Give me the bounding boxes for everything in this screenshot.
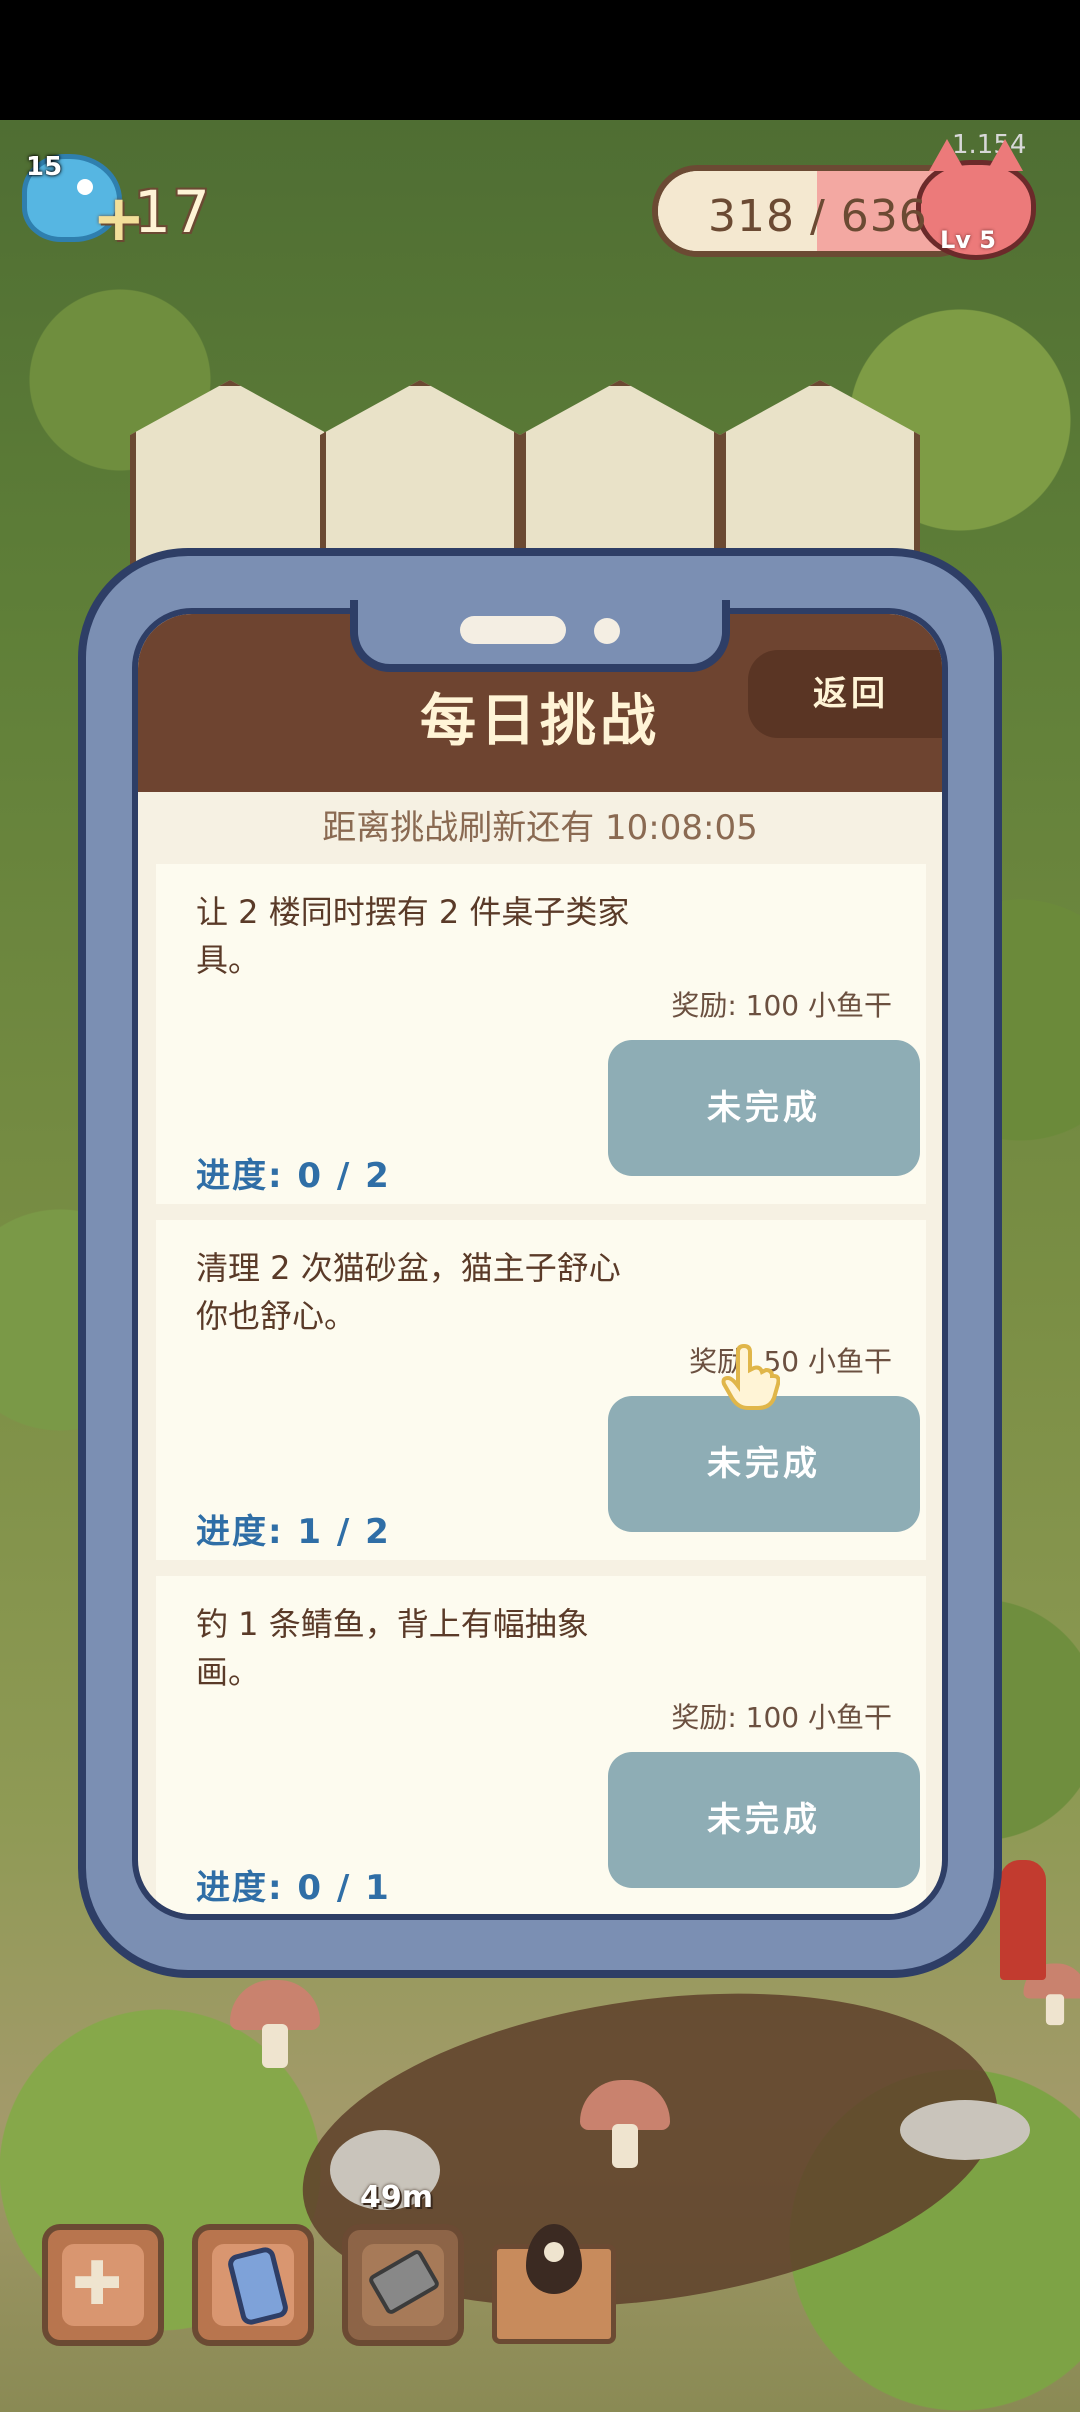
challenge-description: 钓 1 条鲭鱼，背上有幅抽象画。 <box>196 1605 589 1691</box>
daily-challenge-screen: 每日挑战 返回 距离挑战刷新还有 10:08:05 让 2 楼同时摆有 2 件桌… <box>132 608 948 1920</box>
challenge-progress: 进度: 0 / 1 <box>196 1868 391 1908</box>
challenge-status-button[interactable]: 未完成 <box>608 1040 920 1176</box>
mushroom <box>580 2080 670 2170</box>
status-bar <box>0 0 1080 120</box>
challenge-card: 让 2 楼同时摆有 2 件桌子类家具。 奖励: 100 小鱼干 未完成 进度: … <box>156 864 926 1204</box>
challenge-progress: 进度: 1 / 2 <box>196 1512 391 1552</box>
mailbox[interactable] <box>1000 1860 1046 1980</box>
challenge-status-button[interactable]: 未完成 <box>608 1396 920 1532</box>
mushroom <box>230 1980 320 2070</box>
scoop-timer: 49m <box>360 2180 434 2215</box>
rock <box>900 2100 1030 2160</box>
cat-level-label: Lv 5 <box>940 226 996 254</box>
challenge-reward: 奖励: 100 小鱼干 <box>671 989 892 1022</box>
player-level: 15 <box>26 152 63 182</box>
pointing-hand-icon <box>721 1344 780 1410</box>
challenge-card: 钓 1 条鲭鱼，背上有幅抽象画。 奖励: 100 小鱼干 未完成 进度: 0 /… <box>156 1576 926 1914</box>
challenge-status-button[interactable]: 未完成 <box>608 1752 920 1888</box>
litter-scoop-button[interactable] <box>342 2224 464 2346</box>
fish-count: 17 <box>134 178 212 246</box>
challenge-description: 让 2 楼同时摆有 2 件桌子类家具。 <box>196 893 630 979</box>
move-cross-icon: ✚ <box>72 2249 123 2319</box>
map-button[interactable] <box>492 2224 616 2344</box>
back-button[interactable]: 返回 <box>748 650 942 738</box>
challenge-reward: 奖励: 100 小鱼干 <box>671 1701 892 1734</box>
refresh-countdown: 距离挑战刷新还有 10:08:05 <box>138 792 942 864</box>
challenge-card: 清理 2 次猫砂盆，猫主子舒心你也舒心。 奖励: 50 小鱼干 未完成 进度: … <box>156 1220 926 1560</box>
experience-text: 318 / 636 <box>708 191 928 242</box>
challenge-description: 清理 2 次猫砂盆，猫主子舒心你也舒心。 <box>196 1249 621 1335</box>
challenge-progress: 进度: 0 / 2 <box>196 1156 391 1196</box>
phone-camera <box>594 618 620 644</box>
phone-tool-button[interactable] <box>192 2224 314 2346</box>
phone-speaker <box>460 616 566 644</box>
move-tool-button[interactable]: ✚ <box>42 2224 164 2346</box>
